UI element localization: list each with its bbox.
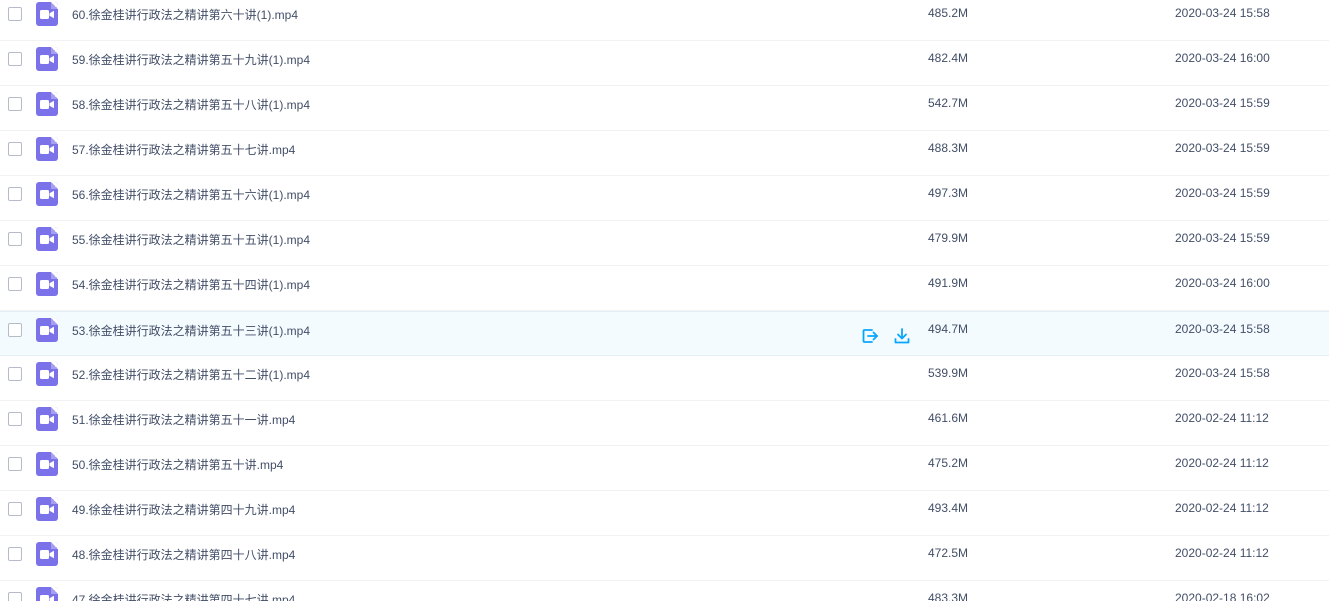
file-modified-date: 2020-03-24 15:58 <box>1175 322 1270 336</box>
file-size: 491.9M <box>928 276 969 290</box>
file-name-link[interactable]: 57.徐金桂讲行政法之精讲第五十七讲.mp4 <box>72 141 295 158</box>
video-file-icon <box>36 2 58 26</box>
file-checkbox[interactable] <box>8 592 22 601</box>
file-checkbox[interactable] <box>8 97 22 111</box>
file-row[interactable]: 54.徐金桂讲行政法之精讲第五十四讲(1).mp4 491.9M 2020-03-2… <box>0 266 1329 311</box>
file-checkbox[interactable] <box>8 232 22 246</box>
file-modified-date: 2020-03-24 15:58 <box>1175 6 1270 20</box>
video-file-icon <box>36 362 58 386</box>
file-checkbox[interactable] <box>8 142 22 156</box>
file-size: 542.7M <box>928 96 969 110</box>
video-file-icon <box>36 47 58 71</box>
file-checkbox[interactable] <box>8 502 22 516</box>
video-file-icon <box>36 452 58 476</box>
file-name-link[interactable]: 47.徐金桂讲行政法之精讲第四十七讲.mp4 <box>72 591 295 601</box>
file-modified-date: 2020-02-18 16:02 <box>1175 591 1270 601</box>
file-name-link[interactable]: 53.徐金桂讲行政法之精讲第五十三讲(1).mp4 <box>72 322 310 339</box>
video-file-icon <box>36 318 58 342</box>
file-row[interactable]: 57.徐金桂讲行政法之精讲第五十七讲.mp4 488.3M 2020-03-24 1… <box>0 131 1329 176</box>
file-modified-date: 2020-03-24 15:59 <box>1175 141 1270 155</box>
file-row[interactable]: 56.徐金桂讲行政法之精讲第五十六讲(1).mp4 497.3M 2020-03-2… <box>0 176 1329 221</box>
file-modified-date: 2020-02-24 11:12 <box>1175 501 1269 515</box>
file-size: 483.3M <box>928 591 969 601</box>
file-name-link[interactable]: 56.徐金桂讲行政法之精讲第五十六讲(1).mp4 <box>72 186 310 203</box>
file-modified-date: 2020-03-24 15:59 <box>1175 186 1270 200</box>
file-checkbox[interactable] <box>8 412 22 426</box>
video-file-icon <box>36 182 58 206</box>
file-list: 60.徐金桂讲行政法之精讲第六十讲(1).mp4 485.2M 2020-03-24… <box>0 0 1329 601</box>
file-name-link[interactable]: 58.徐金桂讲行政法之精讲第五十八讲(1).mp4 <box>72 96 310 113</box>
file-checkbox[interactable] <box>8 187 22 201</box>
file-checkbox[interactable] <box>8 7 22 21</box>
video-file-icon <box>36 227 58 251</box>
file-size: 472.5M <box>928 546 969 560</box>
file-name-link[interactable]: 60.徐金桂讲行政法之精讲第六十讲(1).mp4 <box>72 6 298 23</box>
file-checkbox[interactable] <box>8 323 22 337</box>
file-size: 482.4M <box>928 51 969 65</box>
file-row[interactable]: 55.徐金桂讲行政法之精讲第五十五讲(1).mp4 479.9M 2020-03-2… <box>0 221 1329 266</box>
file-modified-date: 2020-03-24 15:59 <box>1175 231 1270 245</box>
file-row[interactable]: 51.徐金桂讲行政法之精讲第五十一讲.mp4 461.6M 2020-02-24 1… <box>0 401 1329 446</box>
video-file-icon <box>36 497 58 521</box>
file-modified-date: 2020-03-24 15:58 <box>1175 366 1270 380</box>
file-row[interactable]: 47.徐金桂讲行政法之精讲第四十七讲.mp4 483.3M 2020-02-18 1… <box>0 581 1329 601</box>
file-row[interactable]: 49.徐金桂讲行政法之精讲第四十九讲.mp4 493.4M 2020-02-24 1… <box>0 491 1329 536</box>
file-name-link[interactable]: 51.徐金桂讲行政法之精讲第五十一讲.mp4 <box>72 411 295 428</box>
file-size: 497.3M <box>928 186 969 200</box>
file-modified-date: 2020-02-24 11:12 <box>1175 456 1269 470</box>
video-file-icon <box>36 587 58 601</box>
file-name-link[interactable]: 50.徐金桂讲行政法之精讲第五十讲.mp4 <box>72 456 283 473</box>
share-icon[interactable] <box>861 327 879 345</box>
file-modified-date: 2020-02-24 11:12 <box>1175 411 1269 425</box>
video-file-icon <box>36 92 58 116</box>
file-checkbox[interactable] <box>8 52 22 66</box>
file-row[interactable]: 59.徐金桂讲行政法之精讲第五十九讲(1).mp4 482.4M 2020-03-2… <box>0 41 1329 86</box>
file-row[interactable]: 50.徐金桂讲行政法之精讲第五十讲.mp4 475.2M 2020-02-24 11… <box>0 446 1329 491</box>
file-size: 485.2M <box>928 6 969 20</box>
file-row[interactable]: 52.徐金桂讲行政法之精讲第五十二讲(1).mp4 539.9M 2020-03-2… <box>0 356 1329 401</box>
file-size: 479.9M <box>928 231 969 245</box>
video-file-icon <box>36 407 58 431</box>
video-file-icon <box>36 542 58 566</box>
file-row[interactable]: 53.徐金桂讲行政法之精讲第五十三讲(1).mp4 494.7M 2020-03-2… <box>0 311 1329 356</box>
file-name-link[interactable]: 52.徐金桂讲行政法之精讲第五十二讲(1).mp4 <box>72 366 310 383</box>
file-size: 475.2M <box>928 456 969 470</box>
file-checkbox[interactable] <box>8 457 22 471</box>
video-file-icon <box>36 272 58 296</box>
file-modified-date: 2020-02-24 11:12 <box>1175 546 1269 560</box>
file-checkbox[interactable] <box>8 547 22 561</box>
row-actions <box>861 327 911 345</box>
file-size: 493.4M <box>928 501 969 515</box>
file-modified-date: 2020-03-24 15:59 <box>1175 96 1270 110</box>
file-name-link[interactable]: 48.徐金桂讲行政法之精讲第四十八讲.mp4 <box>72 546 295 563</box>
file-size: 494.7M <box>928 322 969 336</box>
file-row[interactable]: 60.徐金桂讲行政法之精讲第六十讲(1).mp4 485.2M 2020-03-24… <box>0 0 1329 41</box>
file-size: 488.3M <box>928 141 969 155</box>
file-row[interactable]: 58.徐金桂讲行政法之精讲第五十八讲(1).mp4 542.7M 2020-03-2… <box>0 86 1329 131</box>
file-row[interactable]: 48.徐金桂讲行政法之精讲第四十八讲.mp4 472.5M 2020-02-24 1… <box>0 536 1329 581</box>
file-size: 461.6M <box>928 411 969 425</box>
file-checkbox[interactable] <box>8 367 22 381</box>
file-size: 539.9M <box>928 366 969 380</box>
file-name-link[interactable]: 54.徐金桂讲行政法之精讲第五十四讲(1).mp4 <box>72 276 310 293</box>
video-file-icon <box>36 137 58 161</box>
download-icon[interactable] <box>893 327 911 345</box>
file-name-link[interactable]: 55.徐金桂讲行政法之精讲第五十五讲(1).mp4 <box>72 231 310 248</box>
file-name-link[interactable]: 49.徐金桂讲行政法之精讲第四十九讲.mp4 <box>72 501 295 518</box>
file-name-link[interactable]: 59.徐金桂讲行政法之精讲第五十九讲(1).mp4 <box>72 51 310 68</box>
file-checkbox[interactable] <box>8 277 22 291</box>
file-modified-date: 2020-03-24 16:00 <box>1175 51 1270 65</box>
file-modified-date: 2020-03-24 16:00 <box>1175 276 1270 290</box>
